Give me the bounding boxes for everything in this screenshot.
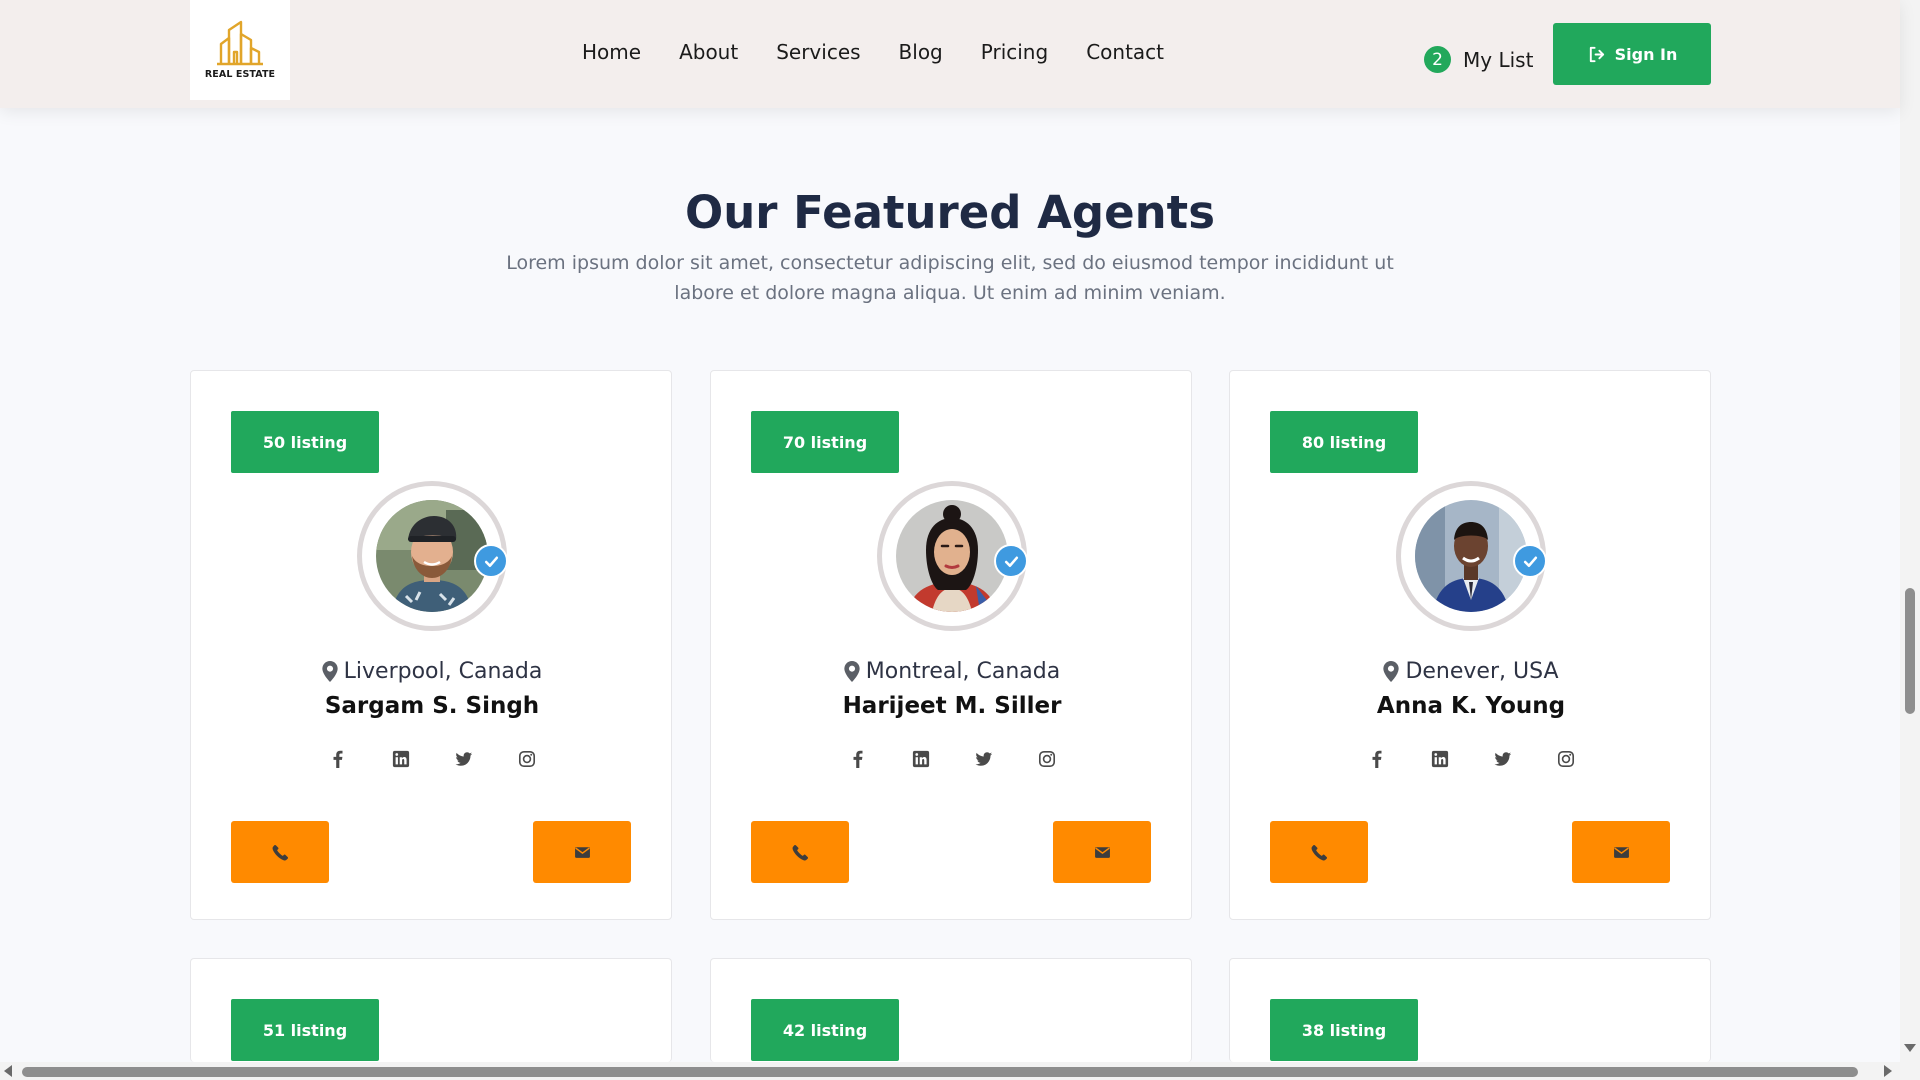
verified-check-icon [474,544,508,578]
logo-text: REAL ESTATE [204,69,276,80]
agent-name[interactable]: Sargam S. Singh [191,693,673,719]
avatar-photo [376,500,488,612]
map-pin-icon [1383,661,1400,682]
sign-in-icon [1589,46,1604,62]
section-subtitle: Lorem ipsum dolor sit amet, consectetur … [506,252,1394,304]
avatar-photo [896,500,1008,612]
nav-blog[interactable]: Blog [899,40,943,64]
agent-location-text: Denever, USA [1405,659,1559,684]
instagram-icon[interactable] [517,749,537,769]
sign-in-button[interactable]: Sign In [1553,23,1711,85]
agent-location: Liverpool, Canada [191,659,673,684]
agent-name[interactable]: Anna K. Young [1230,693,1712,719]
vertical-scrollbar[interactable] [1900,0,1920,1080]
agent-name[interactable]: Harijeet M. Siller [711,693,1193,719]
scroll-down-arrow-icon[interactable] [1904,1044,1916,1052]
my-list-link[interactable]: 2 My List [1424,46,1533,73]
instagram-icon[interactable] [1556,749,1576,769]
scroll-right-arrow-icon[interactable] [1884,1065,1892,1077]
instagram-icon[interactable] [1037,749,1057,769]
listing-badge[interactable]: 50 listing [231,411,379,473]
linkedin-icon[interactable] [391,749,411,769]
envelope-icon [1613,846,1629,858]
envelope-icon [574,846,590,858]
listing-badge[interactable]: 38 listing [1270,999,1418,1061]
agent-location-text: Liverpool, Canada [343,659,543,684]
sign-in-label: Sign In [1614,44,1678,64]
nav-pricing[interactable]: Pricing [981,40,1048,64]
listing-badge[interactable]: 80 listing [1270,411,1418,473]
main-nav: Home About Services Blog Pricing Contact [582,40,1202,64]
email-button[interactable] [1572,821,1670,883]
twitter-icon[interactable] [454,749,474,769]
nav-about[interactable]: About [679,40,738,64]
scroll-left-arrow-icon[interactable] [4,1065,12,1077]
email-button[interactable] [533,821,631,883]
envelope-icon [1094,846,1110,858]
listing-badge[interactable]: 70 listing [751,411,899,473]
agent-location: Denever, USA [1230,659,1712,684]
call-button[interactable] [751,821,849,883]
avatar[interactable] [877,481,1028,631]
agent-card: 70 listing Montreal, Canada Harijeet M. … [710,370,1192,920]
map-pin-icon [844,661,860,682]
avatar-photo [1415,500,1527,612]
facebook-icon[interactable] [1367,749,1387,769]
twitter-icon[interactable] [974,749,994,769]
verified-check-icon [994,544,1028,578]
agent-photo-man-cap [376,500,488,612]
linkedin-icon[interactable] [1430,749,1450,769]
agent-card: 50 listing Liverpool, Canada Sargam S. S… [190,370,672,920]
twitter-icon[interactable] [1493,749,1513,769]
nav-services[interactable]: Services [776,40,860,64]
call-button[interactable] [231,821,329,883]
agent-photo-man-suit [1415,500,1527,612]
facebook-icon[interactable] [328,749,348,769]
linkedin-icon[interactable] [911,749,931,769]
vertical-scrollbar-thumb[interactable] [1905,588,1915,714]
avatar[interactable] [1396,481,1547,631]
facebook-icon[interactable] [848,749,868,769]
my-list-count-badge: 2 [1424,46,1451,73]
logo[interactable]: REAL ESTATE [190,0,290,100]
social-links [191,749,673,769]
building-logo-icon [217,20,263,66]
section-title: Our Featured Agents [685,186,1215,239]
site-header: REAL ESTATE Home About Services Blog Pri… [0,0,1900,108]
agent-card: 42 listing [710,958,1192,1062]
phone-icon [1311,844,1327,860]
social-links [711,749,1193,769]
horizontal-scrollbar[interactable] [0,1062,1900,1080]
agent-photo-woman [896,500,1008,612]
phone-icon [272,844,288,860]
agent-card: 51 listing [190,958,672,1062]
nav-contact[interactable]: Contact [1086,40,1164,64]
horizontal-scrollbar-thumb[interactable] [22,1067,1858,1077]
listing-badge[interactable]: 42 listing [751,999,899,1061]
agent-card: 38 listing [1229,958,1711,1062]
verified-check-icon [1513,544,1547,578]
nav-home[interactable]: Home [582,40,641,64]
agent-location: Montreal, Canada [711,659,1193,684]
call-button[interactable] [1270,821,1368,883]
my-list-label: My List [1463,47,1534,72]
phone-icon [792,844,808,860]
agent-card: 80 listing Denever, USA Anna K. Young [1229,370,1711,920]
avatar[interactable] [357,481,508,631]
email-button[interactable] [1053,821,1151,883]
agent-location-text: Montreal, Canada [865,659,1061,684]
social-links [1230,749,1712,769]
listing-badge[interactable]: 51 listing [231,999,379,1061]
map-pin-icon [322,661,338,682]
